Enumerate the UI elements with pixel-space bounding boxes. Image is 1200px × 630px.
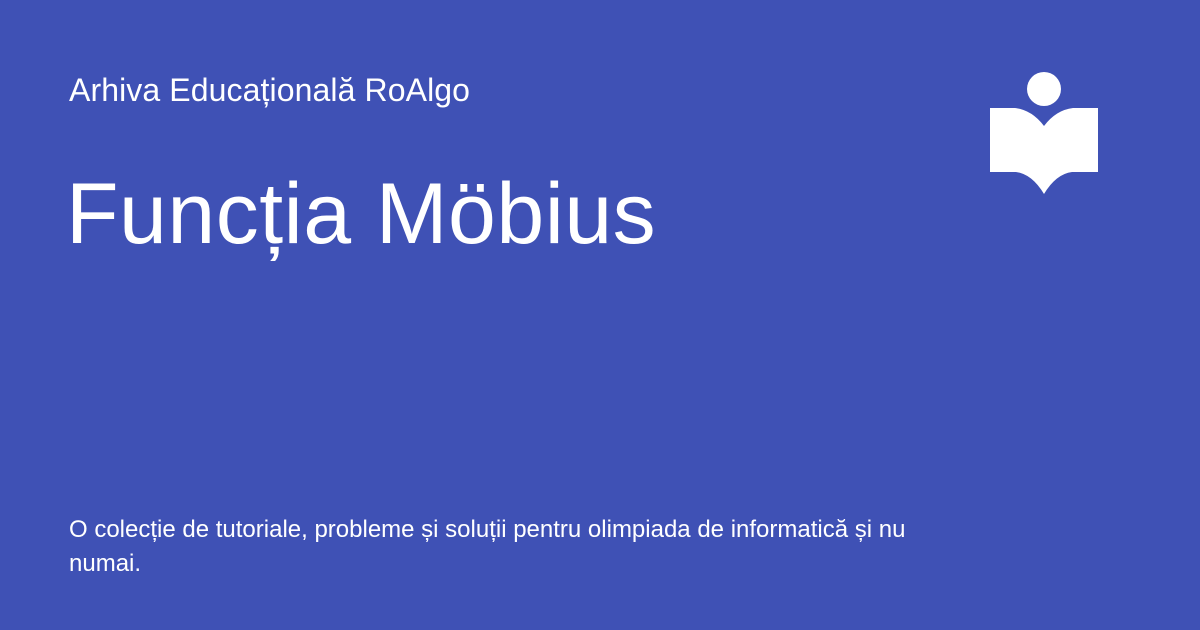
page-title: Funcția Möbius xyxy=(66,166,657,262)
site-name: Arhiva Educațională RoAlgo xyxy=(69,72,471,108)
social-preview-card: Arhiva Educațională RoAlgo Funcția Möbiu… xyxy=(0,0,1200,630)
reader-book-icon xyxy=(988,70,1100,198)
site-description: O colecție de tutoriale, probleme și sol… xyxy=(69,516,906,577)
